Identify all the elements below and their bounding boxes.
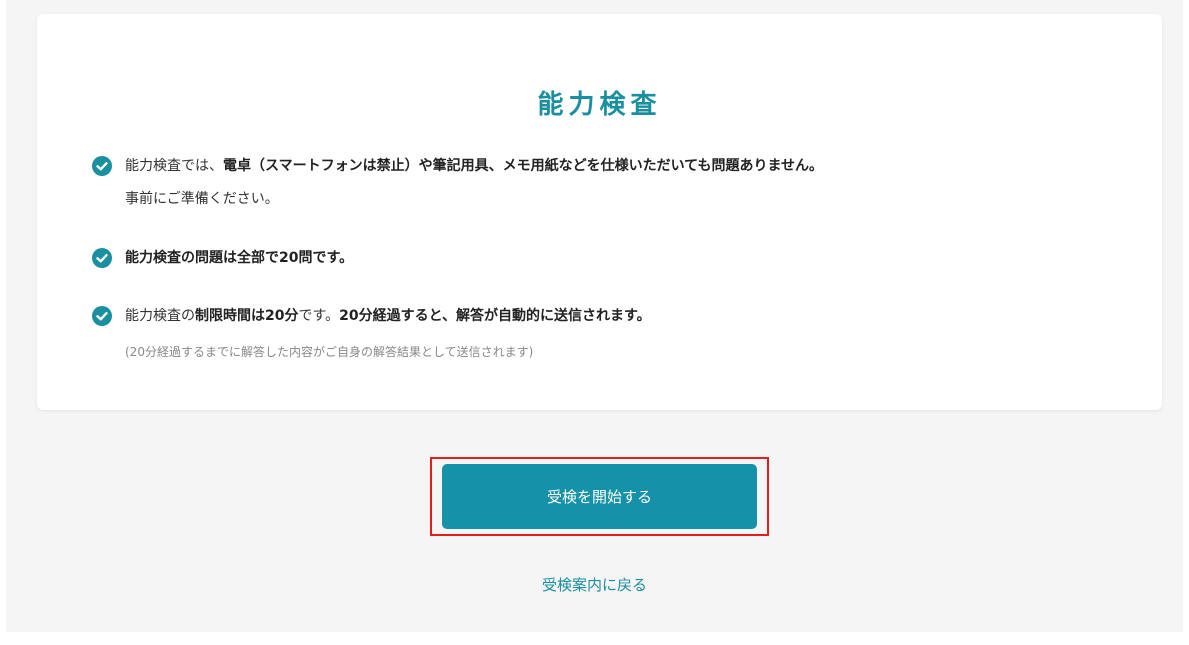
instruction-text-bold: 能力検査の問題は全部で20問です。 (125, 250, 354, 266)
instruction-text-part: 能力検査では、 (125, 158, 223, 174)
instruction-text-bold: 制限時間は20分 (195, 308, 299, 324)
instruction-text-part: です。 (298, 308, 340, 324)
check-circle-icon (92, 248, 112, 268)
instruction-text: 能力検査の制限時間は20分です。20分経過すると、解答が自動的に送信されます。 (125, 304, 651, 328)
instruction-text-part: 能力検査の (125, 308, 195, 324)
instruction-subtext: 事前にご準備ください。 (125, 191, 279, 207)
check-circle-icon (92, 306, 112, 326)
page-title: 能力検査 (537, 90, 662, 120)
check-circle-icon (92, 156, 112, 176)
instructions-card: 能力検査 能力検査では、電卓（スマートフォンは禁止）や筆記用具、メモ用紙などを仕… (37, 14, 1162, 410)
back-to-guide-link[interactable]: 受検案内に戻る (0, 574, 1189, 596)
instruction-text-bold: 20分経過すると、解答が自動的に送信されます。 (339, 308, 651, 324)
instruction-text-bold: 電卓（スマートフォンは禁止）や筆記用具、メモ用紙などを仕様いただいても問題ありま… (223, 158, 824, 174)
instruction-note: (20分経過するまでに解答した内容がご自身の解答結果として送信されます) (125, 345, 534, 359)
instruction-text: 能力検査では、電卓（スマートフォンは禁止）や筆記用具、メモ用紙などを仕様いただい… (125, 154, 823, 178)
start-exam-button[interactable]: 受検を開始する (442, 464, 757, 529)
